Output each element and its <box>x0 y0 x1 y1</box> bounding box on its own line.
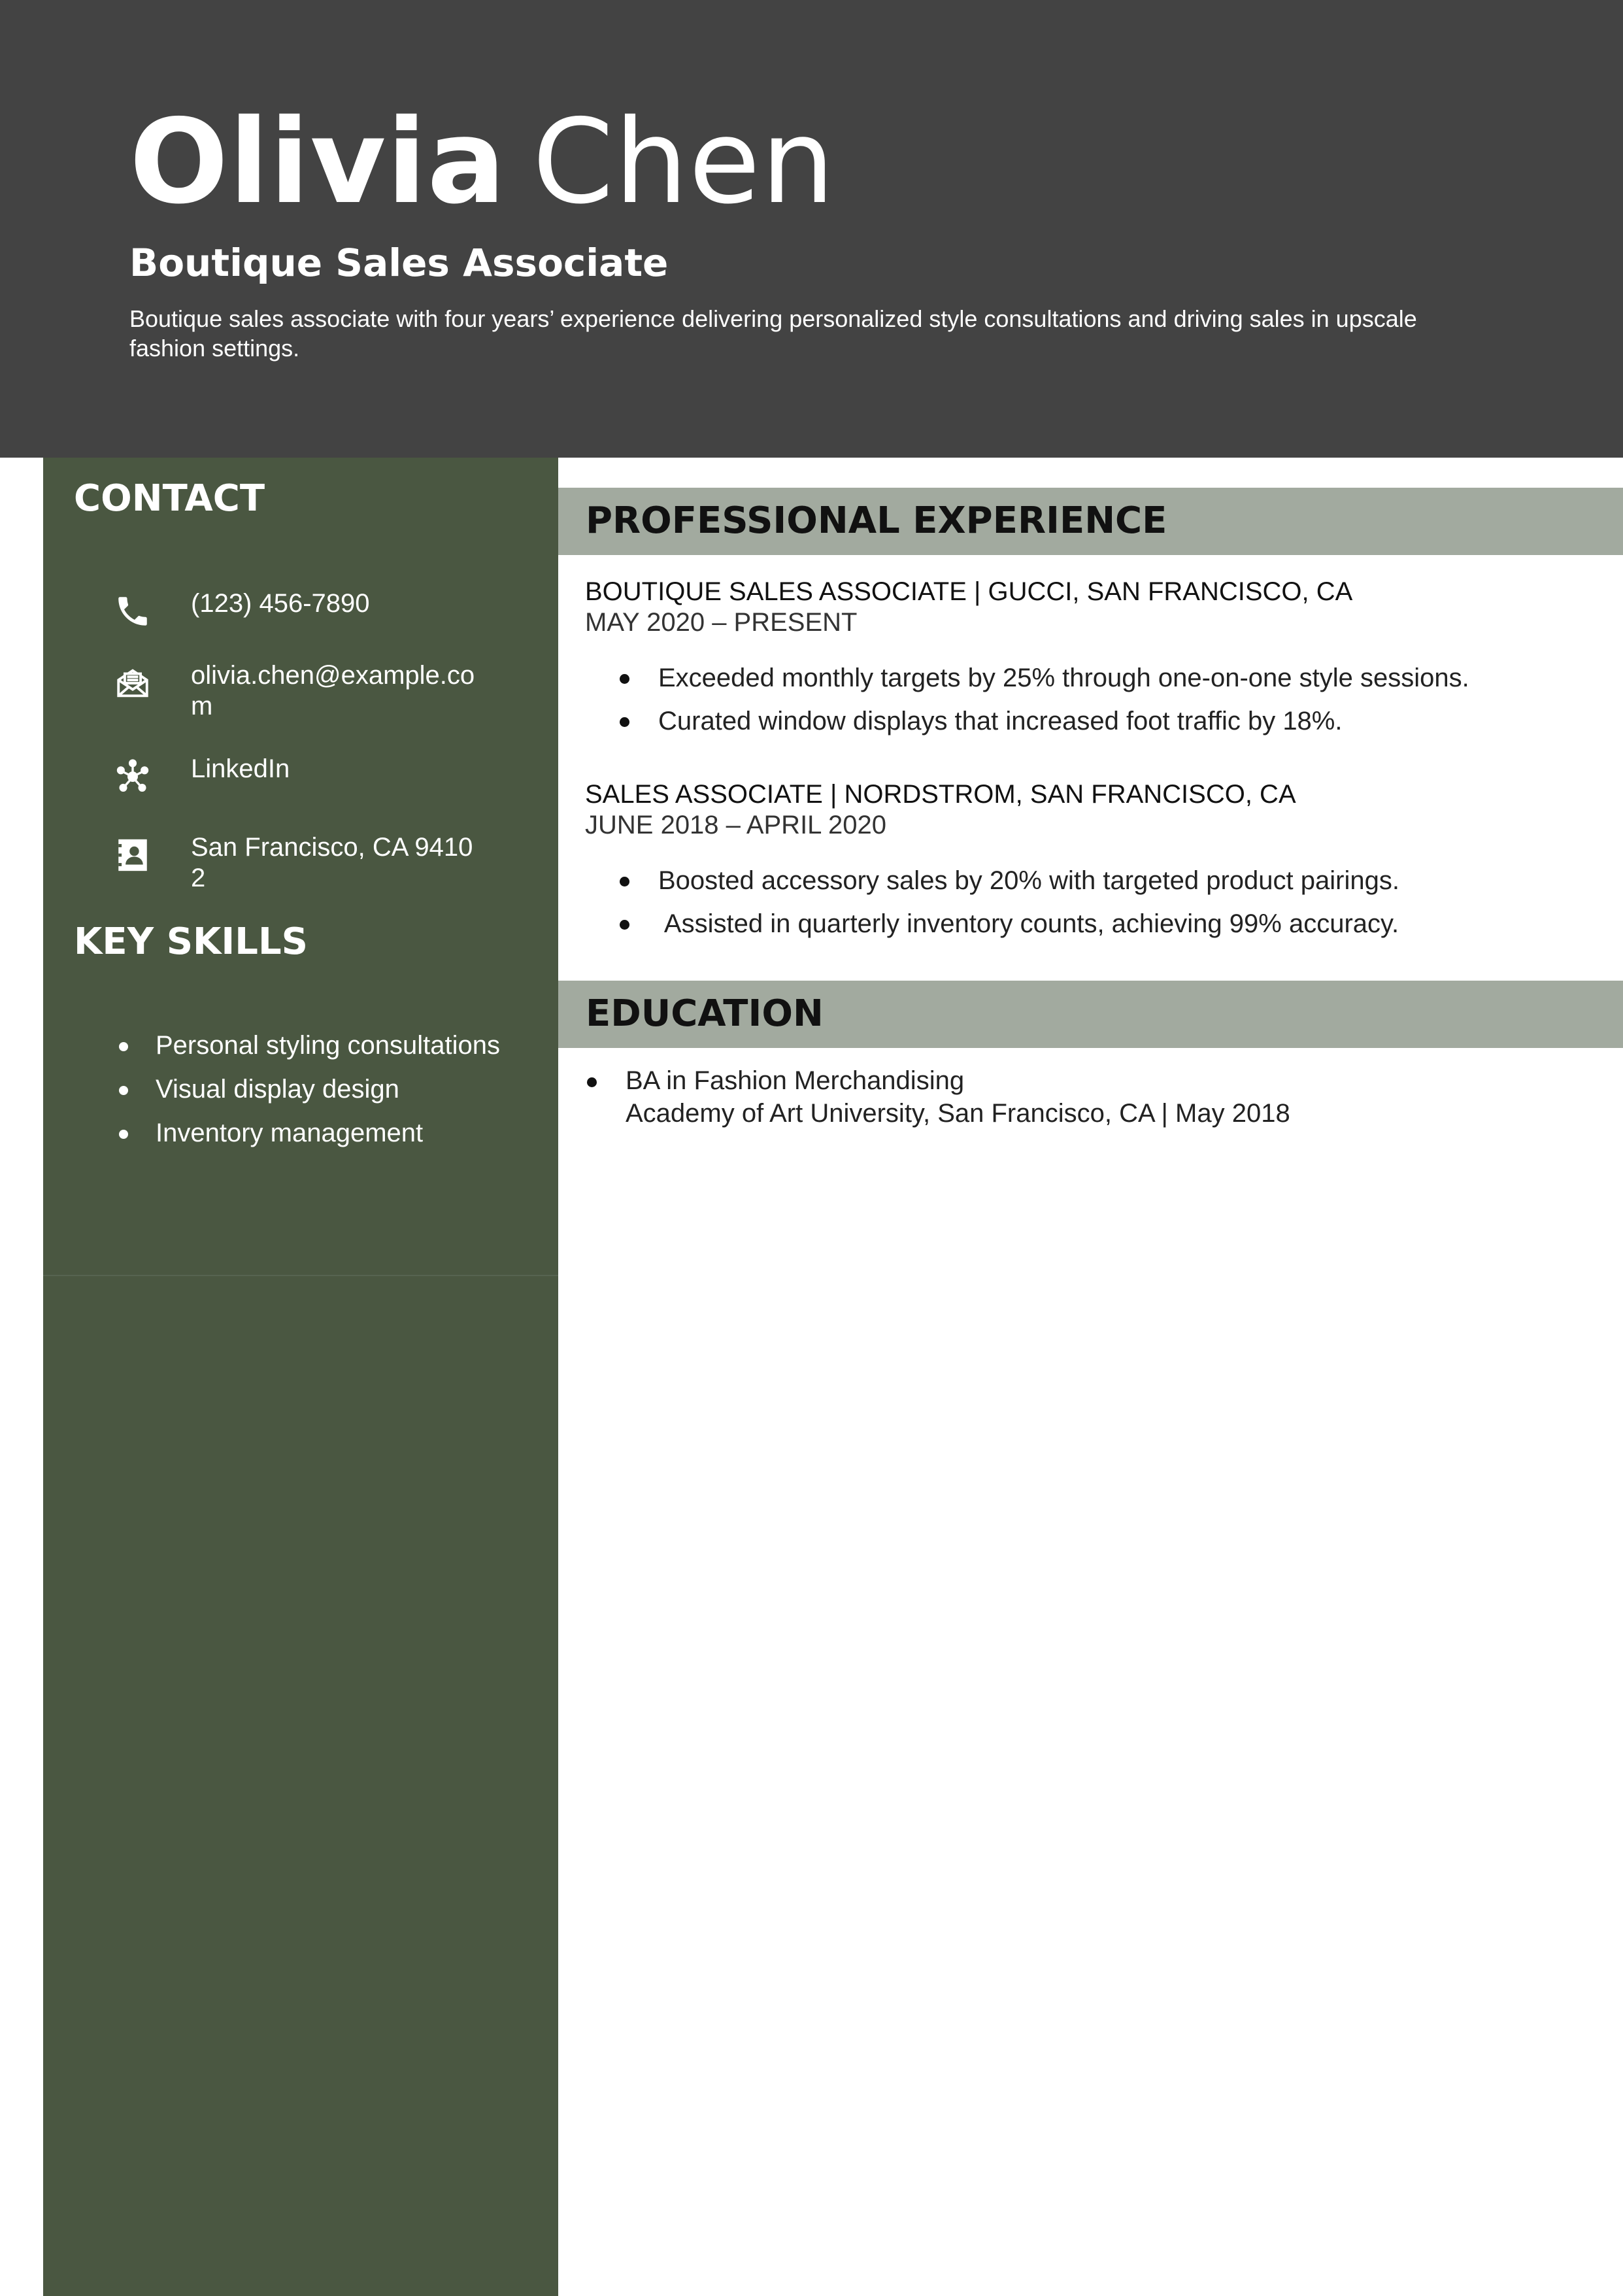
sidebar-divider <box>43 1275 558 1276</box>
job-entry-gucci: BOUTIQUE SALES ASSOCIATE | GUCCI, SAN FR… <box>585 577 1592 749</box>
profile-summary: Boutique sales associate with four years… <box>129 305 1417 362</box>
education-list: BA in Fashion Merchandising Academy of A… <box>585 1064 1592 1130</box>
job-role: BOUTIQUE SALES ASSOCIATE | GUCCI, SAN FR… <box>585 577 1353 606</box>
address-book-icon <box>114 836 152 874</box>
skills-list: Personal styling consultations Visual di… <box>114 1030 545 1162</box>
skill-item: Visual display design <box>114 1074 545 1105</box>
linkedin-link: LinkedIn <box>191 754 290 783</box>
education-heading: EDUCATION <box>586 992 824 1035</box>
sidebar: CONTACT (123) 456-7890 olivia.chen@examp… <box>43 458 558 2296</box>
job-entry-nordstrom: SALES ASSOCIATE | NORDSTROM, SAN FRANCIS… <box>585 779 1592 952</box>
job-role: SALES ASSOCIATE | NORDSTROM, SAN FRANCIS… <box>585 780 1296 809</box>
candidate-name: Olivia Chen <box>129 90 835 234</box>
job-bullets: Exceeded monthly targets by 25% through … <box>585 663 1592 737</box>
network-icon <box>114 758 152 796</box>
address: San Francisco, CA 94102 <box>191 833 473 892</box>
school: Academy of Art University, San Francisco… <box>626 1099 1290 1128</box>
last-name: Chen <box>532 94 835 229</box>
email-address: olivia.chen@example.com <box>191 661 475 720</box>
job-title: Boutique Sales Associate <box>129 241 669 285</box>
education-item: BA in Fashion Merchandising Academy of A… <box>585 1064 1592 1130</box>
first-name: Olivia <box>129 94 507 229</box>
skill-item: Inventory management <box>114 1118 545 1149</box>
skill-item: Personal styling consultations <box>114 1030 545 1061</box>
job-bullet: Boosted accessory sales by 20% with targ… <box>585 866 1592 896</box>
phone-number: (123) 456-7890 <box>191 589 370 618</box>
experience-section-bar: PROFESSIONAL EXPERIENCE <box>558 488 1623 555</box>
job-bullets: Boosted accessory sales by 20% with targ… <box>585 866 1592 939</box>
envelope-icon <box>114 664 152 702</box>
resume-header: Olivia Chen Boutique Sales Associate Bout… <box>0 0 1623 458</box>
job-dates: MAY 2020 – PRESENT <box>585 608 858 637</box>
skills-heading: KEY SKILLS <box>74 920 308 963</box>
job-bullet: Curated window displays that increased f… <box>585 706 1592 737</box>
degree: BA in Fashion Merchandising <box>626 1066 965 1095</box>
contact-heading: CONTACT <box>74 477 265 520</box>
experience-heading: PROFESSIONAL EXPERIENCE <box>586 499 1167 542</box>
job-dates: JUNE 2018 – APRIL 2020 <box>585 811 887 839</box>
job-bullet: Assisted in quarterly inventory counts, … <box>585 909 1592 939</box>
education-section-bar: EDUCATION <box>558 981 1623 1048</box>
phone-icon <box>114 592 152 630</box>
job-bullet: Exceeded monthly targets by 25% through … <box>585 663 1592 694</box>
